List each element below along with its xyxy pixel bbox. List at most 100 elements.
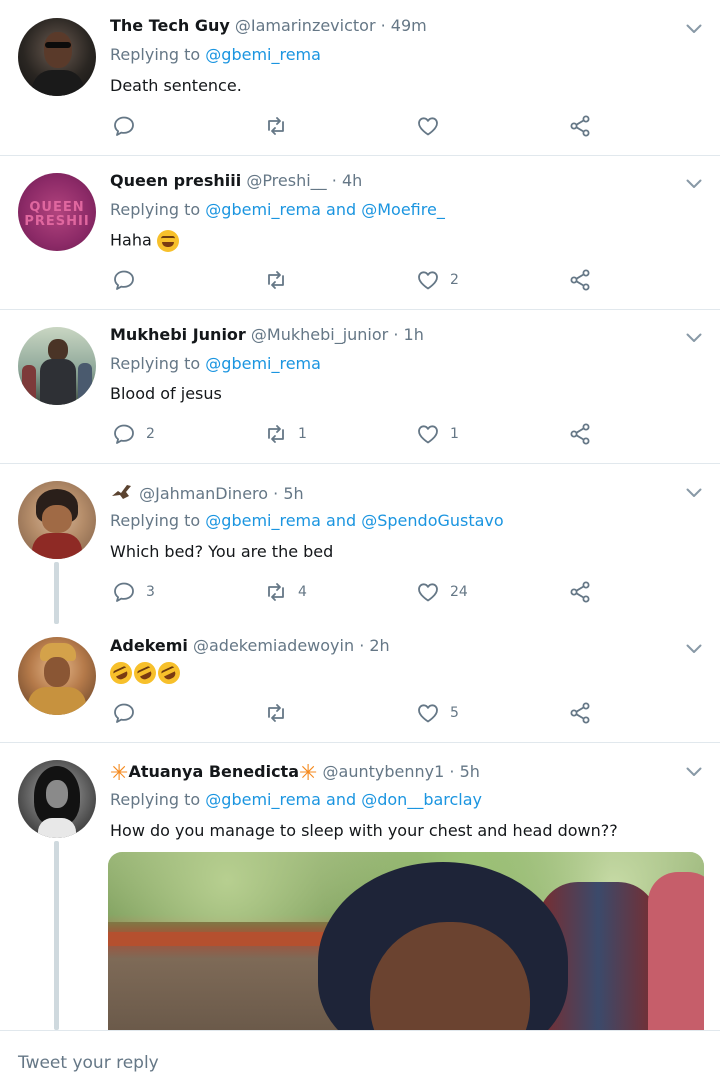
chevron-down-icon[interactable]: [686, 488, 702, 498]
retweet-icon: [264, 268, 288, 292]
share-icon: [568, 114, 592, 138]
share-icon: [568, 580, 592, 604]
share-button[interactable]: [568, 113, 592, 139]
tweet-item[interactable]: Mukhebi Junior @Mukhebi_junior · 1h Repl…: [0, 310, 720, 463]
share-button[interactable]: [568, 579, 592, 605]
retweet-count: 4: [298, 584, 307, 600]
timestamp[interactable]: · 2h: [359, 636, 390, 655]
replying-to: Replying to @gbemi_rema: [110, 45, 321, 64]
share-button[interactable]: [568, 267, 592, 293]
rofl-emoji-icon: [154, 658, 184, 688]
mention-link[interactable]: @gbemi_rema: [205, 511, 321, 530]
mention-link[interactable]: @gbemi_rema: [205, 45, 321, 64]
mention-link[interactable]: @gbemi_rema: [205, 200, 321, 219]
like-button[interactable]: 1: [416, 421, 459, 447]
replying-to: Replying to @gbemi_rema and @SpendoGusta…: [110, 511, 504, 530]
star-icon: ✳: [110, 761, 129, 786]
thread-line: [54, 841, 59, 1030]
like-button[interactable]: 5: [416, 700, 459, 726]
retweet-button[interactable]: 4: [264, 579, 307, 605]
and-label: and: [320, 200, 362, 219]
user-handle[interactable]: @Iamarinzevictor: [235, 16, 376, 35]
retweet-button[interactable]: [264, 267, 298, 293]
mention-link[interactable]: @Moefire_: [361, 200, 445, 219]
retweet-icon: [264, 114, 288, 138]
avatar[interactable]: [18, 481, 96, 559]
tweet-item[interactable]: Adekemi @adekemiadewoyin · 2h 5: [0, 624, 720, 742]
like-icon: [416, 580, 440, 604]
timestamp[interactable]: · 5h: [449, 762, 480, 781]
display-name[interactable]: The Tech Guy: [110, 16, 230, 35]
avatar[interactable]: [18, 327, 96, 405]
rofl-emoji-icon: [130, 658, 160, 688]
tweet-media-image[interactable]: [108, 852, 704, 1030]
tweet-item[interactable]: QUEEN PRESHII Queen preshiii @Preshi__ ·…: [0, 156, 720, 309]
tweet-text: Which bed? You are the bed: [110, 542, 334, 561]
avatar[interactable]: [18, 637, 96, 715]
like-icon: [416, 701, 440, 725]
retweet-icon: [264, 580, 288, 604]
reply-button[interactable]: [112, 700, 146, 726]
retweet-button[interactable]: [264, 113, 298, 139]
tweet-item[interactable]: @JahmanDinero · 5h Replying to @gbemi_re…: [0, 464, 720, 624]
share-icon: [568, 701, 592, 725]
user-handle[interactable]: @auntybenny1: [323, 762, 445, 781]
chevron-down-icon[interactable]: [686, 179, 702, 189]
avatar-text: QUEEN PRESHII: [24, 200, 90, 229]
tweet-header: The Tech Guy @Iamarinzevictor · 49m: [110, 16, 427, 35]
avatar[interactable]: QUEEN PRESHII: [18, 173, 96, 251]
reply-input[interactable]: Tweet your reply: [18, 1053, 159, 1073]
display-name[interactable]: Mukhebi Junior: [110, 325, 246, 344]
user-handle[interactable]: @adekemiadewoyin: [193, 636, 354, 655]
reply-button[interactable]: 3: [112, 579, 155, 605]
mention-link[interactable]: @gbemi_rema: [205, 354, 321, 373]
tweet-text: How do you manage to sleep with your che…: [110, 821, 618, 840]
like-button[interactable]: 2: [416, 267, 459, 293]
thread-line: [54, 562, 59, 624]
like-button[interactable]: 24: [416, 579, 468, 605]
mention-link[interactable]: @SpendoGustavo: [361, 511, 503, 530]
user-handle[interactable]: @Preshi__: [246, 171, 326, 190]
replying-to: Replying to @gbemi_rema: [110, 354, 321, 373]
chevron-down-icon[interactable]: [686, 24, 702, 34]
reply-button[interactable]: 2: [112, 421, 155, 447]
replying-to-label: Replying to: [110, 511, 206, 530]
timestamp[interactable]: · 49m: [381, 16, 427, 35]
timestamp[interactable]: · 5h: [273, 484, 304, 503]
user-handle[interactable]: @JahmanDinero: [139, 484, 268, 503]
avatar[interactable]: [18, 18, 96, 96]
mention-link[interactable]: @gbemi_rema: [205, 790, 321, 809]
share-button[interactable]: [568, 700, 592, 726]
tweet-item[interactable]: The Tech Guy @Iamarinzevictor · 49m Repl…: [0, 0, 720, 155]
like-button[interactable]: [416, 113, 450, 139]
mention-link[interactable]: @don__barclay: [361, 790, 482, 809]
like-icon: [416, 268, 440, 292]
reply-icon: [112, 580, 136, 604]
chevron-down-icon[interactable]: [686, 333, 702, 343]
tweet-header: @JahmanDinero · 5h: [110, 482, 304, 503]
avatar[interactable]: [18, 760, 96, 838]
share-icon: [568, 422, 592, 446]
reply-button[interactable]: [112, 267, 146, 293]
retweet-button[interactable]: 1: [264, 421, 307, 447]
timestamp[interactable]: · 1h: [393, 325, 424, 344]
share-icon: [568, 268, 592, 292]
retweet-button[interactable]: [264, 700, 298, 726]
reply-composer[interactable]: Tweet your reply: [0, 1030, 720, 1092]
timestamp[interactable]: · 4h: [332, 171, 363, 190]
display-name[interactable]: Queen preshiii: [110, 171, 241, 190]
chevron-down-icon[interactable]: [686, 767, 702, 777]
like-count: 5: [450, 705, 459, 721]
chevron-down-icon[interactable]: [686, 644, 702, 654]
reply-icon: [112, 114, 136, 138]
display-name[interactable]: Adekemi: [110, 636, 188, 655]
tweet-text: Haha: [110, 230, 179, 252]
user-handle[interactable]: @Mukhebi_junior: [251, 325, 388, 344]
and-label: and: [320, 511, 362, 530]
share-button[interactable]: [568, 421, 592, 447]
reply-button[interactable]: [112, 113, 146, 139]
display-name[interactable]: Atuanya Benedicta: [128, 762, 299, 781]
tweet-text-content: Haha: [110, 230, 152, 250]
laughing-emoji-icon: [156, 230, 179, 252]
like-count: 24: [450, 584, 468, 600]
